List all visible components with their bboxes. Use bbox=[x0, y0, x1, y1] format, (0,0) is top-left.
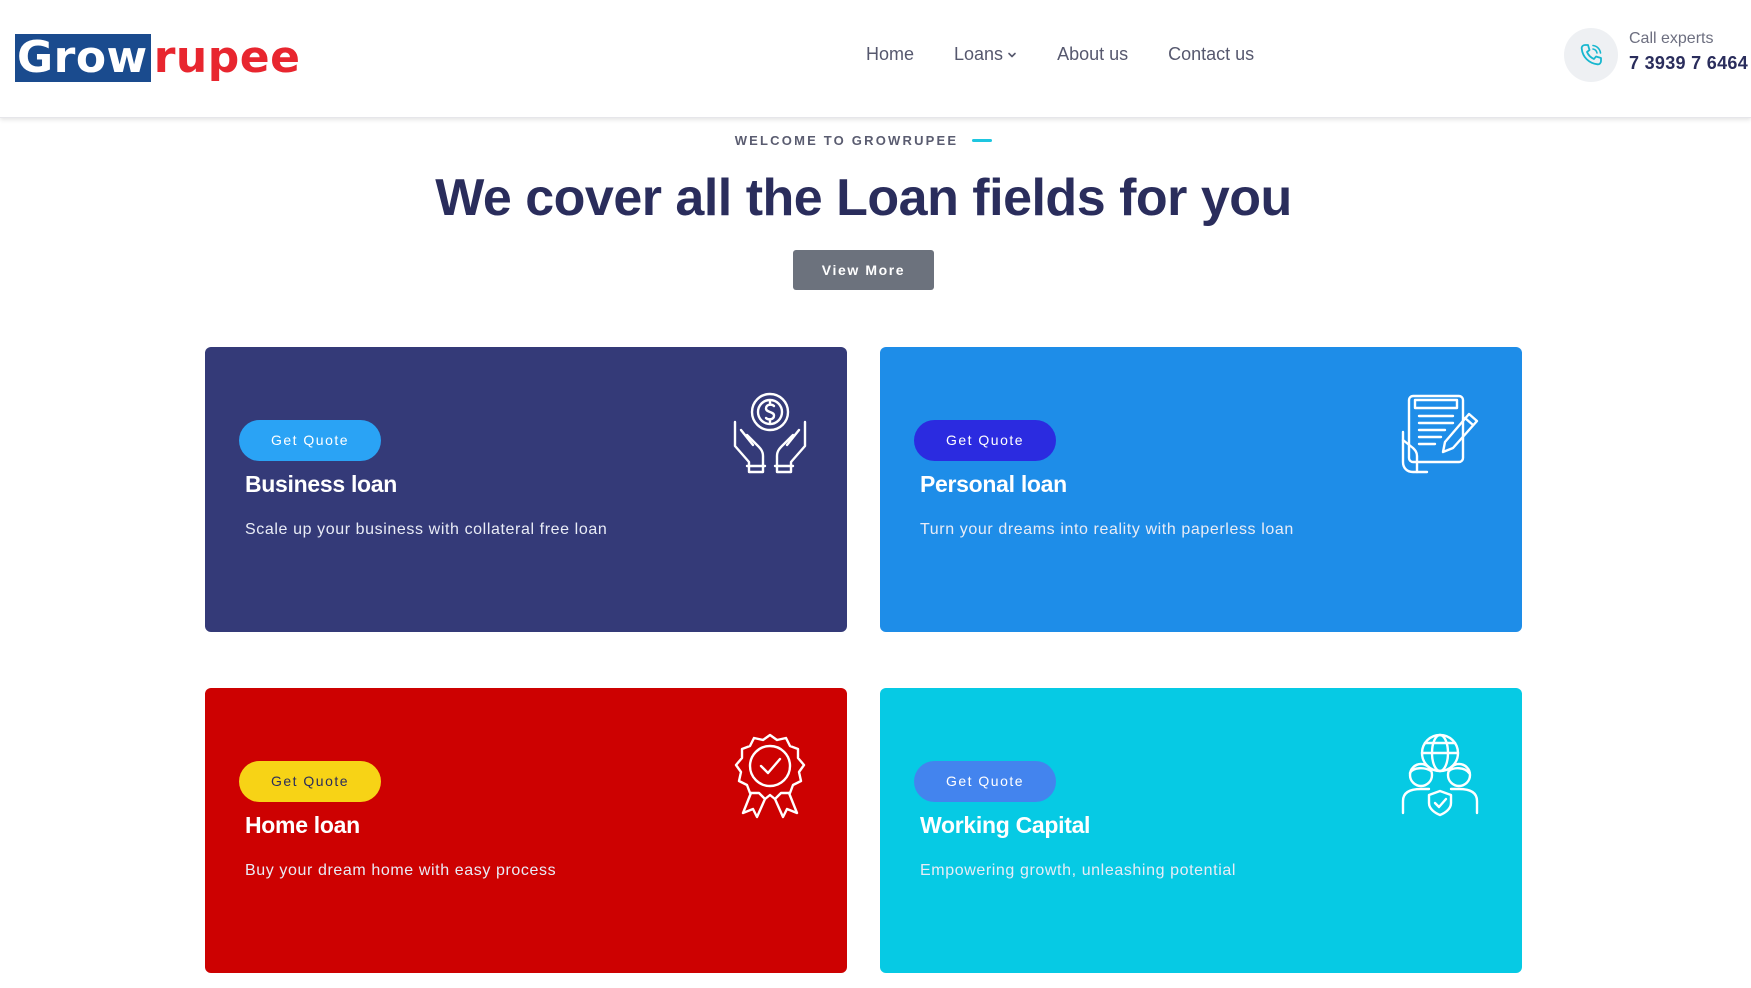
growrupee-logo[interactable]: Grow rupee bbox=[15, 34, 300, 82]
loan-card-home: Get Quote Home loan Buy your dream home … bbox=[205, 688, 847, 973]
loan-card-business: Get Quote Business loan Scale up your bu… bbox=[205, 347, 847, 632]
call-label: Call experts bbox=[1629, 30, 1714, 47]
card-desc-home: Buy your dream home with easy process bbox=[245, 862, 557, 879]
site-header: Grow rupee Home Loans About us Contact u… bbox=[0, 0, 1751, 118]
nav-loans-label: Loans bbox=[954, 44, 1004, 64]
get-quote-button-business[interactable]: Get Quote bbox=[239, 420, 381, 461]
document-pen-icon bbox=[1401, 394, 1479, 474]
view-more-button[interactable]: View More bbox=[793, 250, 934, 290]
nav-about-us[interactable]: About us bbox=[1057, 44, 1128, 65]
loan-card-working-capital: Get Quote Working Capital Empowering gro… bbox=[880, 688, 1522, 973]
card-desc-working-capital: Empowering growth, unleashing potential bbox=[920, 862, 1237, 879]
phone-icon bbox=[1580, 44, 1602, 66]
card-title-home: Home loan bbox=[245, 812, 360, 838]
logo-part-rupee: rupee bbox=[153, 32, 301, 83]
hands-coin-icon bbox=[733, 392, 807, 474]
call-number[interactable]: 7 3939 7 6464 bbox=[1629, 50, 1748, 76]
card-title-personal: Personal loan bbox=[920, 471, 1067, 497]
card-title-working-capital: Working Capital bbox=[920, 812, 1091, 838]
nav-contact-us[interactable]: Contact us bbox=[1168, 44, 1254, 65]
loan-card-personal: Get Quote Personal loan Turn your dreams… bbox=[880, 347, 1522, 632]
subtitle-accent-line bbox=[972, 139, 993, 142]
card-desc-business: Scale up your business with collateral f… bbox=[245, 521, 608, 538]
get-quote-button-home[interactable]: Get Quote bbox=[239, 761, 381, 802]
phone-button[interactable] bbox=[1564, 28, 1618, 82]
main-nav: Home Loans About us Contact us bbox=[866, 44, 1254, 65]
chevron-down-icon bbox=[1008, 52, 1016, 57]
page-title: We cover all the Loan fields for you bbox=[435, 169, 1292, 227]
hero-subtitle: WELCOME TO GROWRUPEE bbox=[734, 133, 959, 148]
logo-part-grow: Grow bbox=[15, 34, 151, 82]
hero-subtitle-row: WELCOME TO GROWRUPEE bbox=[0, 133, 1727, 148]
get-quote-button-personal[interactable]: Get Quote bbox=[914, 420, 1056, 461]
card-title-business: Business loan bbox=[245, 471, 398, 497]
get-quote-button-working-capital[interactable]: Get Quote bbox=[914, 761, 1056, 802]
team-globe-icon bbox=[1401, 733, 1479, 817]
nav-home[interactable]: Home bbox=[866, 44, 914, 65]
call-experts[interactable]: Call experts 7 3939 7 6464 bbox=[1629, 28, 1748, 76]
badge-check-icon bbox=[734, 733, 806, 819]
nav-loans[interactable]: Loans bbox=[954, 44, 1017, 65]
card-desc-personal: Turn your dreams into reality with paper… bbox=[920, 521, 1294, 538]
